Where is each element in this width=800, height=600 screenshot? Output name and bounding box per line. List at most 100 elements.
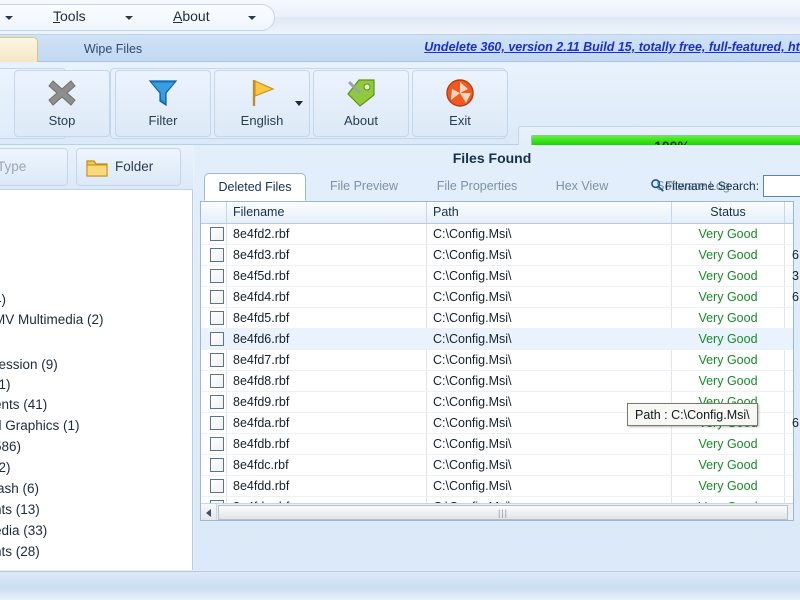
row-checkbox[interactable]: [210, 479, 224, 493]
top-tab-wipe-files[interactable]: Wipe Files: [48, 37, 178, 62]
sidebar-item-0[interactable]: 4): [0, 290, 6, 310]
row-checkbox[interactable]: [210, 374, 224, 388]
table-row[interactable]: 8e4fdd.rbf C:\Config.Msi\ Very Good: [201, 476, 793, 497]
sidebar-item-11[interactable]: nts (28): [0, 542, 40, 562]
column-header-status[interactable]: Status: [672, 202, 785, 223]
menu-item-tools[interactable]: Tools: [53, 8, 86, 28]
sidebar-item-8[interactable]: lash (6): [0, 479, 39, 499]
exit-shutter-icon: [446, 79, 474, 107]
cell-path: C:\Config.Msi\: [433, 374, 512, 388]
sidebar-item-2[interactable]: ression (9): [0, 355, 58, 375]
cell-path: C:\Config.Msi\: [433, 248, 512, 262]
cell-path: C:\Config.Msi\: [433, 332, 512, 346]
language-button-label: English: [240, 113, 284, 128]
top-tab-active[interactable]: [0, 37, 38, 62]
row-checkbox[interactable]: [210, 353, 224, 367]
cell-status: Very Good: [698, 290, 758, 304]
language-dropdown-caret-icon[interactable]: [295, 101, 303, 106]
menu-item-0-caret-icon[interactable]: [5, 16, 13, 20]
undelete360-window: Tools About Wipe Files Undelete 360, ver…: [0, 0, 800, 600]
menu-item-about[interactable]: About: [173, 8, 210, 28]
column-header-filename[interactable]: Filename: [227, 202, 427, 223]
cell-size: [785, 371, 799, 392]
row-checkbox[interactable]: [210, 269, 224, 283]
table-row[interactable]: 8e4fd6.rbf C:\Config.Msi\ Very Good: [201, 329, 793, 350]
table-row[interactable]: 8e4fdb.rbf C:\Config.Msi\ Very Good: [201, 434, 793, 455]
deleted-files-table: Filename Path Status 8e4fd2.rbf C:\Config…: [200, 201, 799, 521]
about-button[interactable]: About: [313, 70, 409, 137]
menu-item-about-caret-icon[interactable]: [248, 16, 256, 20]
table-row[interactable]: 8e4fd3.rbf C:\Config.Msi\ Very Good 6: [201, 245, 799, 266]
sidebar-item-10[interactable]: edia (33): [0, 521, 47, 541]
exit-button[interactable]: Exit: [412, 70, 508, 137]
main-toolbar: Stop Filter English About Exit: [0, 62, 800, 205]
table-row[interactable]: 8e4f5d.rbf C:\Config.Msi\ Very Good 3: [201, 266, 799, 287]
filename-search-input[interactable]: [763, 175, 800, 197]
filename-search-label: Filename Search:: [665, 179, 760, 193]
table-row[interactable]: 8e4fdc.rbf C:\Config.Msi\ Very Good: [201, 455, 793, 476]
stop-button[interactable]: Stop: [14, 70, 110, 137]
table-row[interactable]: 8e4fd4.rbf C:\Config.Msi\ Very Good 6: [201, 287, 799, 308]
sidebar-item-7[interactable]: (2): [0, 458, 11, 478]
tab-deleted-files[interactable]: Deleted Files: [204, 173, 306, 201]
flag-icon: [252, 80, 275, 106]
sidebar-item-6[interactable]: 586): [0, 437, 21, 457]
cell-status: Very Good: [698, 374, 758, 388]
file-category-list: 4) MV Multimedia (2) ression (9) (1) ent…: [0, 190, 193, 570]
row-checkbox[interactable]: [210, 416, 224, 430]
cell-status: Very Good: [698, 311, 758, 325]
folder-view-button[interactable]: Folder: [76, 148, 181, 186]
cell-status: Very Good: [698, 269, 758, 283]
cell-size: [785, 392, 799, 413]
cell-path: C:\Config.Msi\: [433, 290, 512, 304]
product-banner-link[interactable]: Undelete 360, version 2.11 Build 15, tot…: [424, 40, 800, 58]
menu-bar: Tools About: [0, 0, 800, 35]
cell-status: Very Good: [698, 353, 758, 367]
filter-button[interactable]: Filter: [115, 70, 211, 137]
cell-filename: 8e4fdd.rbf: [233, 479, 290, 493]
column-header-size[interactable]: [785, 202, 800, 223]
row-checkbox[interactable]: [210, 437, 224, 451]
table-row[interactable]: 8e4fd7.rbf C:\Config.Msi\ Very Good: [201, 350, 793, 371]
sidebar-item-5[interactable]: d Graphics (1): [0, 416, 80, 436]
language-button[interactable]: English: [214, 70, 310, 137]
row-checkbox[interactable]: [210, 332, 224, 346]
cell-status: Very Good: [698, 437, 758, 451]
cell-size: 6: [792, 248, 799, 262]
row-checkbox[interactable]: [210, 311, 224, 325]
row-checkbox[interactable]: [210, 395, 224, 409]
cell-filename: 8e4fd3.rbf: [233, 248, 290, 262]
sidebar-item-4[interactable]: ents (41): [0, 395, 47, 415]
scroll-thumb[interactable]: |||: [218, 505, 788, 520]
row-checkbox[interactable]: [210, 248, 224, 262]
menu-item-tools-caret-icon[interactable]: [125, 16, 133, 20]
horizontal-scrollbar[interactable]: |||: [201, 503, 793, 520]
table-row[interactable]: 8e4fd5.rbf C:\Config.Msi\ Very Good: [201, 308, 793, 329]
tab-file-properties[interactable]: File Properties: [422, 173, 532, 201]
cell-filename: 8e4f5d.rbf: [233, 269, 290, 283]
type-view-button[interactable]: Type: [0, 148, 68, 186]
filter-funnel-icon: [148, 80, 178, 107]
cell-filename: 8e4fd7.rbf: [233, 353, 290, 367]
row-checkbox[interactable]: [210, 227, 224, 241]
table-header-row: Filename Path Status: [201, 202, 793, 224]
row-checkbox[interactable]: [210, 290, 224, 304]
scroll-thumb-grip-icon: |||: [498, 508, 509, 518]
table-row[interactable]: 8e4fd2.rbf C:\Config.Msi\ Very Good: [201, 224, 793, 245]
column-header-path[interactable]: Path: [427, 202, 672, 223]
table-row[interactable]: 8e4fd8.rbf C:\Config.Msi\ Very Good: [201, 371, 793, 392]
column-header-checkbox[interactable]: [201, 202, 227, 223]
sidebar-item-3[interactable]: (1): [0, 375, 11, 395]
main-panel: Files Found Deleted Files File Preview F…: [194, 145, 800, 570]
stop-button-label: Stop: [48, 113, 76, 128]
row-checkbox[interactable]: [210, 458, 224, 472]
sidebar-item-9[interactable]: nts (13): [0, 500, 40, 520]
about-button-label: About: [344, 113, 378, 128]
sidebar-item-1[interactable]: MV Multimedia (2): [0, 310, 104, 330]
tab-file-preview[interactable]: File Preview: [314, 173, 414, 201]
cell-status: Very Good: [698, 458, 758, 472]
cell-size: [785, 350, 799, 371]
scroll-left-arrow-icon[interactable]: [201, 504, 217, 520]
tab-hex-view[interactable]: Hex View: [542, 173, 622, 201]
top-tab-strip: Wipe Files Undelete 360, version 2.11 Bu…: [0, 35, 800, 62]
